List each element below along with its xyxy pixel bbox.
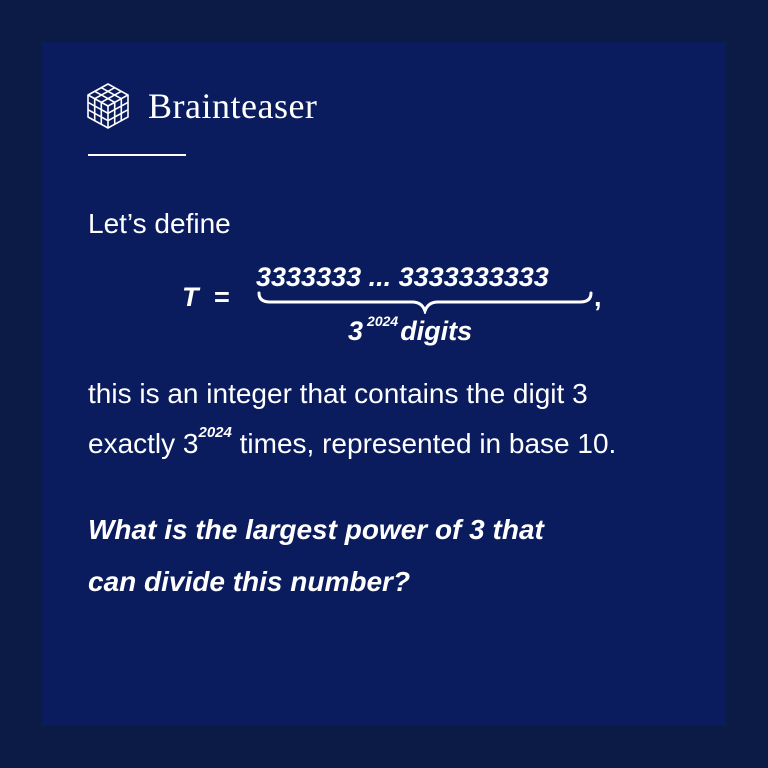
underbrace-icon (257, 291, 593, 314)
content-card: Brainteaser Let’s define T = 3333333 ...… (42, 42, 726, 726)
description-line-1: this is an integer that contains the dig… (88, 378, 588, 409)
question-line-2: can divide this number? (88, 566, 411, 597)
description-line-2: exactly 32024 times, represented in base… (88, 424, 617, 465)
formula-digit-count: 3 2024digits (348, 313, 473, 347)
cube-grid-icon (87, 83, 129, 129)
formula-digits: 3333333 ... 3333333333 (256, 262, 549, 292)
brand-name: Brainteaser (148, 86, 318, 126)
formula-variable: T (182, 282, 199, 312)
description-exponent: 2024 (198, 424, 232, 441)
digit-count-base: 3 (348, 316, 364, 346)
description-line-2-end: times, represented in base 10. (239, 428, 617, 459)
question-line-1: What is the largest power of 3 that (88, 514, 544, 545)
intro-text: Let’s define (88, 208, 231, 239)
description-line-2-start: exactly 3 (88, 428, 199, 459)
digit-count-exponent: 2024 (367, 313, 399, 329)
brand-header: Brainteaser (86, 82, 317, 130)
brand-divider (88, 154, 186, 156)
formula-comma: , (594, 282, 602, 312)
formula-equals: = (214, 282, 230, 312)
digit-count-label: digits (400, 316, 473, 346)
